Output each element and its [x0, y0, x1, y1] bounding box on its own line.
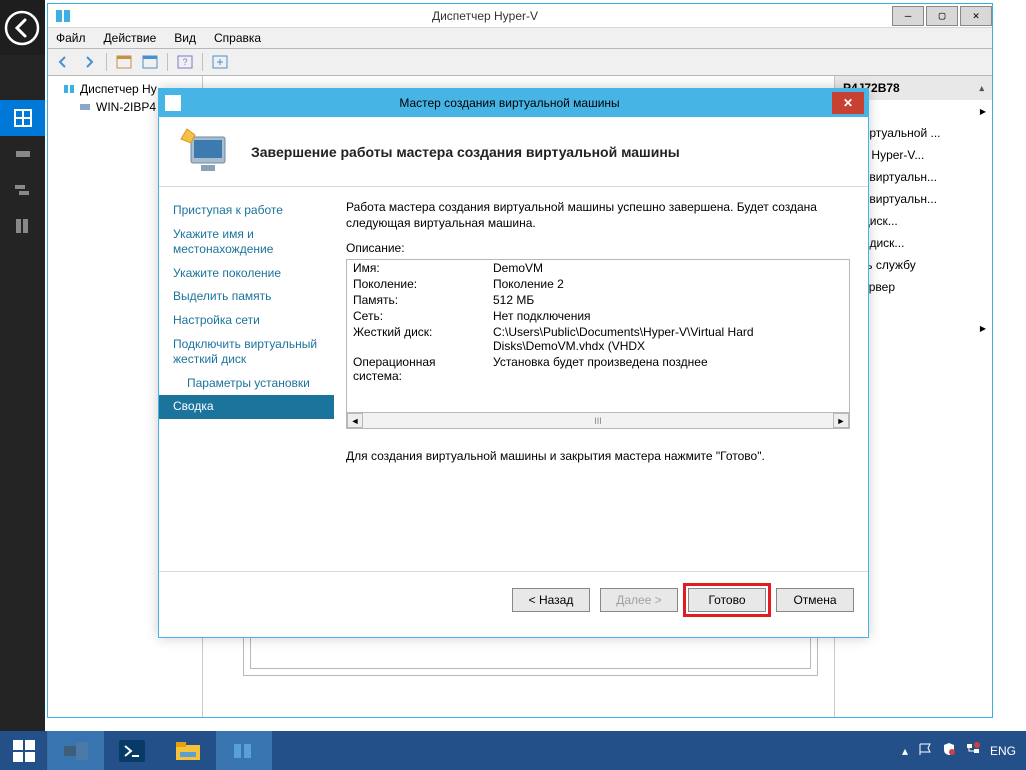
system-tray: ▴ ENG — [902, 742, 1026, 759]
finish-button[interactable]: Готово — [688, 588, 766, 612]
scroll-track[interactable]: III — [363, 413, 833, 428]
hyperv-toolbar: ? — [48, 48, 992, 76]
tray-expand-icon[interactable]: ▴ — [902, 744, 908, 758]
wizard-desc-label: Описание: — [346, 241, 850, 255]
menu-file[interactable]: Файл — [56, 31, 86, 45]
wizard-step[interactable]: Подключить виртуальный жесткий диск — [159, 333, 334, 372]
wizard-hint: Для создания виртуальной машины и закрыт… — [346, 449, 850, 463]
tree-server-label: WIN-2IBP4 — [96, 100, 156, 114]
nav-back-icon[interactable] — [52, 51, 74, 73]
wizard-step[interactable]: Параметры установки — [159, 372, 334, 396]
menu-view[interactable]: Вид — [174, 31, 196, 45]
toolbar-icon-1[interactable] — [113, 51, 135, 73]
wizard-nav: Приступая к работе Укажите имя и местона… — [159, 187, 334, 571]
scroll-right-icon[interactable]: ► — [833, 413, 849, 428]
wizard-title: Мастер создания виртуальной машины — [187, 96, 832, 110]
cancel-button[interactable]: Отмена — [776, 588, 854, 612]
summary-row: Сеть:Нет подключения — [347, 308, 849, 324]
hyperv-menubar: Файл Действие Вид Справка — [48, 28, 992, 48]
tray-flag-icon[interactable] — [918, 742, 932, 759]
wizard-intro: Работа мастера создания виртуальной маши… — [346, 199, 850, 231]
menu-action[interactable]: Действие — [104, 31, 157, 45]
tray-network-icon[interactable] — [966, 742, 980, 759]
wizard-summary-box: Имя:DemoVM Поколение:Поколение 2 Память:… — [346, 259, 850, 429]
wizard-step[interactable]: Приступая к работе — [159, 199, 334, 223]
back-button[interactable] — [0, 0, 45, 55]
role-icon[interactable] — [0, 208, 45, 244]
tray-shield-icon[interactable] — [942, 742, 956, 759]
svg-text:?: ? — [182, 57, 187, 67]
new-vm-wizard: Мастер создания виртуальной машины ✕ Зав… — [158, 88, 869, 638]
menu-help[interactable]: Справка — [214, 31, 261, 45]
local-server-icon[interactable] — [0, 136, 45, 172]
taskbar: ▴ ENG — [0, 731, 1026, 770]
collapse-icon[interactable]: ▴ — [979, 83, 984, 94]
taskbar-server-manager[interactable] — [48, 731, 104, 770]
toolbar-icon-3[interactable]: ? — [174, 51, 196, 73]
wizard-footer: < Назад Далее > Готово Отмена — [159, 571, 868, 627]
summary-row: Поколение:Поколение 2 — [347, 276, 849, 292]
wizard-icon — [165, 95, 181, 111]
toolbar-icon-2[interactable] — [139, 51, 161, 73]
wizard-step[interactable]: Настройка сети — [159, 309, 334, 333]
toolbar-icon-4[interactable] — [209, 51, 231, 73]
back-button[interactable]: < Назад — [512, 588, 590, 612]
taskbar-hyperv[interactable] — [216, 731, 272, 770]
next-button: Далее > — [600, 588, 678, 612]
hyperv-title: Диспетчер Hyper-V — [80, 9, 890, 23]
wizard-step[interactable]: Укажите поколение — [159, 262, 334, 286]
taskbar-powershell[interactable] — [104, 731, 160, 770]
wizard-close-button[interactable]: ✕ — [832, 92, 864, 114]
minimize-button[interactable]: — — [892, 6, 924, 26]
wizard-step[interactable]: Выделить память — [159, 285, 334, 309]
horizontal-scrollbar[interactable]: ◄ III ► — [347, 412, 849, 428]
dashboard-icon[interactable] — [0, 100, 45, 136]
wizard-step[interactable]: Укажите имя и местонахождение — [159, 223, 334, 262]
wizard-header-text: Завершение работы мастера создания вирту… — [251, 144, 680, 160]
summary-row: Жесткий диск:C:\Users\Public\Documents\H… — [347, 324, 849, 354]
summary-row: Операционная система:Установка будет про… — [347, 354, 849, 384]
nav-forward-icon[interactable] — [78, 51, 100, 73]
tree-root-label: Диспетчер Hy — [80, 82, 157, 96]
close-button[interactable]: ✕ — [960, 6, 992, 26]
wizard-step-active[interactable]: Сводка — [159, 395, 334, 419]
wizard-banner-icon — [177, 125, 237, 179]
summary-row: Память:512 МБ — [347, 292, 849, 308]
tray-language[interactable]: ENG — [990, 744, 1016, 758]
summary-row: Имя:DemoVM — [347, 260, 849, 276]
wizard-content: Работа мастера создания виртуальной маши… — [334, 187, 868, 571]
all-servers-icon[interactable] — [0, 172, 45, 208]
start-button[interactable] — [0, 731, 48, 770]
wizard-banner: Завершение работы мастера создания вирту… — [159, 117, 868, 187]
hyperv-app-icon — [54, 6, 74, 26]
wizard-titlebar[interactable]: Мастер создания виртуальной машины ✕ — [159, 89, 868, 117]
taskbar-explorer[interactable] — [160, 731, 216, 770]
scroll-left-icon[interactable]: ◄ — [347, 413, 363, 428]
maximize-button[interactable]: ▢ — [926, 6, 958, 26]
hyperv-titlebar: Диспетчер Hyper-V — ▢ ✕ — [48, 4, 992, 28]
server-manager-sidebar — [0, 0, 45, 731]
